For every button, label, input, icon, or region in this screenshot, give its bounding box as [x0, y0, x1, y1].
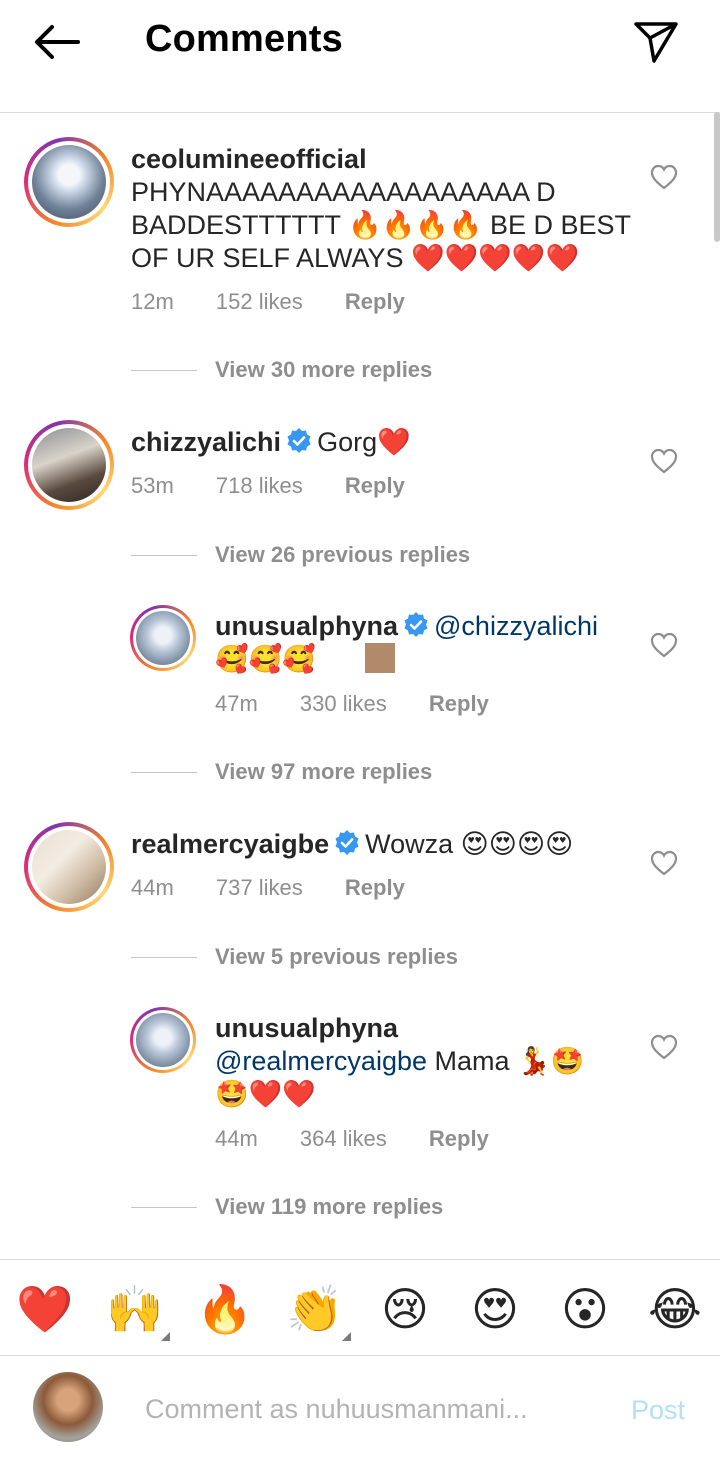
comment-time: 53m [131, 473, 174, 498]
comment-text: Mama 💃🤩 [434, 1046, 585, 1076]
comment-text-line: 🤩❤️❤️ [215, 1079, 316, 1109]
comment-list: ceolumineeofficial PHYNAAAAAAAAAAAAAAAAA… [0, 114, 720, 1259]
comment-username[interactable]: unusualphyna [215, 611, 398, 641]
verified-badge-icon [287, 428, 311, 453]
comment-body: realmercyaigbe Wowza 😍😍😍😍 [131, 828, 573, 861]
skin-tone-indicator-icon [161, 1332, 170, 1341]
verified-badge-icon [404, 612, 428, 637]
reply-button[interactable]: Reply [429, 691, 489, 716]
verified-badge-icon [335, 830, 359, 855]
comment-username[interactable]: chizzyalichi [131, 427, 281, 457]
avatar[interactable] [24, 137, 114, 227]
comment-text: Wowza 😍😍😍😍 [365, 829, 574, 859]
view-replies-label: View 26 previous replies [215, 542, 471, 567]
view-replies-link[interactable]: View 26 previous replies [131, 542, 470, 568]
avatar[interactable] [130, 605, 196, 671]
avatar[interactable] [130, 1007, 196, 1073]
comment-meta: 47m 330 likes Reply [215, 691, 525, 717]
comment-time: 47m [215, 691, 258, 716]
reply-button[interactable]: Reply [345, 289, 405, 314]
mention-link[interactable]: @realmercyaigbe [215, 1046, 427, 1076]
comment-username[interactable]: unusualphyna [215, 1013, 398, 1043]
comment-body: unusualphyna @realmercyaigbe Mama 💃🤩 🤩❤️… [215, 1012, 584, 1111]
comment-meta: 44m 364 likes Reply [215, 1126, 525, 1152]
skin-tone-indicator-icon [342, 1332, 351, 1341]
view-replies-label: View 30 more replies [215, 357, 433, 382]
my-avatar [33, 1372, 103, 1442]
comment-text: Gorg❤️ [317, 427, 411, 457]
emoji-fire-button[interactable]: 🔥 [196, 1280, 254, 1338]
avatar[interactable] [24, 420, 114, 510]
like-heart-icon[interactable] [650, 448, 678, 476]
comment-likes[interactable]: 330 likes [300, 691, 387, 716]
like-heart-icon[interactable] [650, 1034, 678, 1062]
comment-text-line: BADDESTTTTTT 🔥🔥🔥🔥 BE D BEST [131, 210, 632, 240]
emoji-cry-button[interactable]: 😢 [376, 1280, 434, 1338]
comment-meta: 12m 152 likes Reply [131, 289, 441, 315]
comment-likes[interactable]: 152 likes [216, 289, 303, 314]
like-heart-icon[interactable] [650, 164, 678, 192]
comment-text-line: PHYNAAAAAAAAAAAAAAAAAA D [131, 177, 556, 207]
emoji-quick-bar: ❤️ 🙌 🔥 👏 😢 😍 😮 😂 [0, 1259, 720, 1356]
like-heart-icon[interactable] [650, 850, 678, 878]
back-arrow-icon[interactable] [30, 22, 82, 62]
emoji-surprised-button[interactable]: 😮 [556, 1280, 614, 1338]
comment-body: unusualphyna @chizzyalichi 🥰🥰🥰 [215, 610, 598, 676]
comment-body: ceolumineeofficial PHYNAAAAAAAAAAAAAAAAA… [131, 143, 631, 275]
comment-input[interactable] [145, 1389, 605, 1429]
comment-likes[interactable]: 737 likes [216, 875, 303, 900]
view-replies-link[interactable]: View 5 previous replies [131, 944, 458, 970]
comment-username[interactable]: realmercyaigbe [131, 829, 329, 859]
post-button[interactable]: Post [631, 1395, 685, 1426]
view-replies-link[interactable]: View 97 more replies [131, 759, 432, 785]
comment-body: chizzyalichi Gorg❤️ [131, 426, 411, 459]
emoji-clap-button[interactable]: 👏 [286, 1280, 344, 1338]
comment-likes[interactable]: 718 likes [216, 473, 303, 498]
comment-username[interactable]: ceolumineeofficial [131, 144, 367, 174]
page-title: Comments [145, 18, 343, 60]
view-replies-label: View 5 previous replies [215, 944, 458, 969]
reply-button[interactable]: Reply [429, 1126, 489, 1151]
comment-time: 44m [131, 875, 174, 900]
header-bar: Comments [0, 0, 720, 113]
reply-button[interactable]: Reply [345, 875, 405, 900]
comment-text-line: OF UR SELF ALWAYS ❤️❤️❤️❤️❤️ [131, 243, 580, 273]
like-heart-icon[interactable] [650, 632, 678, 660]
emoji-raised-hands-button[interactable]: 🙌 [106, 1280, 164, 1338]
view-replies-link[interactable]: View 30 more replies [131, 357, 432, 383]
reply-button[interactable]: Reply [345, 473, 405, 498]
comment-likes[interactable]: 364 likes [300, 1126, 387, 1151]
comment-time: 12m [131, 289, 174, 314]
comment-meta: 53m 718 likes Reply [131, 473, 441, 499]
view-replies-label: View 97 more replies [215, 759, 433, 784]
mention-link[interactable]: @chizzyalichi [434, 611, 598, 641]
comment-text: 🥰🥰🥰 [215, 644, 316, 674]
comment-composer: Post [0, 1357, 720, 1463]
direct-send-icon[interactable] [632, 18, 680, 66]
emoji-heart-button[interactable]: ❤️ [16, 1280, 74, 1338]
emoji-heart-eyes-button[interactable]: 😍 [466, 1280, 524, 1338]
comment-meta: 44m 737 likes Reply [131, 875, 441, 901]
view-replies-label: View 119 more replies [215, 1194, 444, 1219]
avatar[interactable] [24, 822, 114, 912]
comment-time: 44m [215, 1126, 258, 1151]
skin-tone-swatch [365, 643, 396, 673]
emoji-laughing-button[interactable]: 😂 [646, 1280, 704, 1338]
view-replies-link[interactable]: View 119 more replies [131, 1194, 443, 1220]
